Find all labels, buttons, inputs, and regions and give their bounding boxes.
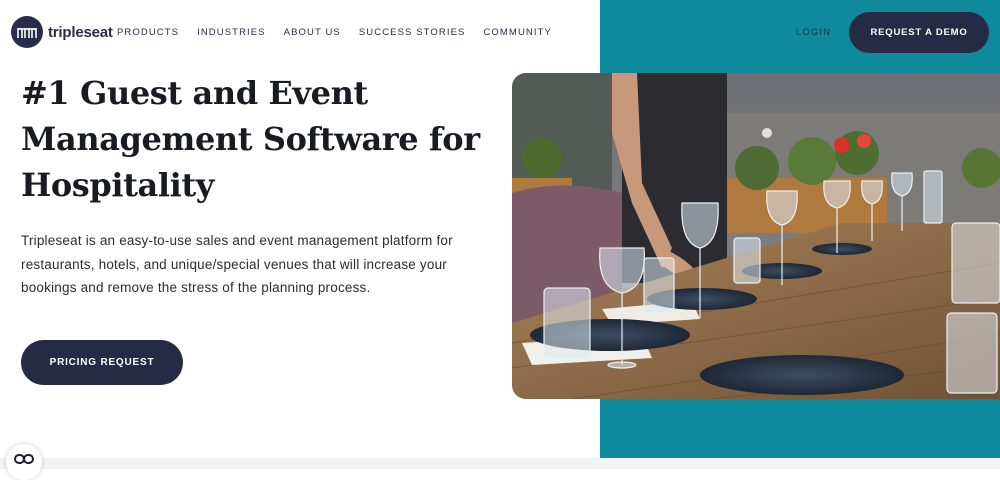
hero-title: #1 Guest and Event Management Software f…	[21, 74, 480, 204]
brand-logo[interactable]: tripleseat	[11, 16, 113, 48]
hero-description: Tripleseat is an easy-to-use sales and e…	[21, 233, 453, 295]
nav-item-about-us[interactable]: ABOUT US	[284, 27, 341, 38]
bottom-strip	[0, 458, 1000, 469]
chat-link-icon	[14, 452, 34, 470]
hero-photo	[512, 73, 1000, 399]
nav-item-products[interactable]: PRODUCTS	[117, 27, 179, 38]
brand-name: tripleseat	[48, 23, 113, 41]
chat-button[interactable]	[6, 444, 42, 480]
nav-item-community[interactable]: COMMUNITY	[483, 27, 551, 38]
main-nav: PRODUCTS INDUSTRIES ABOUT US SUCCESS STO…	[117, 27, 570, 38]
nav-item-industries[interactable]: INDUSTRIES	[197, 27, 266, 38]
nav-item-success-stories[interactable]: SUCCESS STORIES	[359, 27, 466, 38]
request-demo-button[interactable]: REQUEST A DEMO	[849, 12, 989, 53]
login-link[interactable]: LOGIN	[796, 27, 831, 38]
tripleseat-logo-icon	[11, 16, 43, 48]
pricing-request-button[interactable]: PRICING REQUEST	[21, 340, 183, 385]
